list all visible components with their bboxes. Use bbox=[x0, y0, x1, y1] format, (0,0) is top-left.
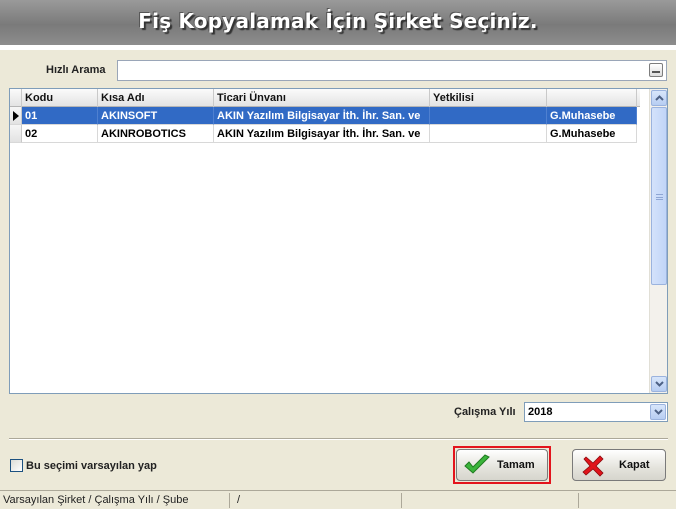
column-header-kisa-adi[interactable]: Kısa Adı bbox=[98, 89, 214, 107]
column-header-ticari-unvani[interactable]: Ticari Ünvanı bbox=[214, 89, 430, 107]
chevron-up-icon bbox=[655, 95, 664, 101]
cell-extra[interactable]: G.Muhasebe bbox=[547, 107, 637, 125]
cell-yetkilisi[interactable] bbox=[430, 125, 547, 143]
cell-kodu[interactable]: 02 bbox=[22, 125, 98, 143]
scroll-up-button[interactable] bbox=[651, 90, 667, 106]
cell-kodu[interactable]: 01 bbox=[22, 107, 98, 125]
status-bar: Varsayılan Şirket / Çalışma Yılı / Şube … bbox=[0, 490, 676, 509]
ok-button[interactable]: Tamam bbox=[456, 449, 548, 481]
row-indicator bbox=[10, 107, 22, 125]
year-value: 2018 bbox=[528, 406, 553, 418]
table-row[interactable]: 01 AKINSOFT AKIN Yazılım Bilgisayar İth.… bbox=[10, 107, 638, 125]
cell-ticari-unvani[interactable]: AKIN Yazılım Bilgisayar İth. İhr. San. v… bbox=[214, 125, 430, 143]
title-banner: Fiş Kopyalamak İçin Şirket Seçiniz. bbox=[0, 0, 676, 50]
year-dropdown-button[interactable] bbox=[650, 404, 666, 420]
cell-kisa-adi[interactable]: AKINROBOTICS bbox=[98, 125, 214, 143]
ok-button-label: Tamam bbox=[497, 459, 535, 471]
status-pane-selection: / bbox=[232, 493, 402, 508]
cell-yetkilisi[interactable] bbox=[430, 107, 547, 125]
close-button-label: Kapat bbox=[619, 459, 650, 471]
vertical-scrollbar[interactable] bbox=[649, 89, 667, 393]
chevron-down-icon bbox=[655, 381, 664, 387]
status-pane-default-company: Varsayılan Şirket / Çalışma Yılı / Şube bbox=[0, 493, 230, 508]
column-header-extra[interactable] bbox=[547, 89, 637, 107]
scroll-down-button[interactable] bbox=[651, 376, 667, 392]
scroll-thumb[interactable] bbox=[651, 107, 667, 285]
grip-icon bbox=[656, 194, 663, 200]
status-pane-4 bbox=[581, 493, 674, 508]
cell-kisa-adi[interactable]: AKINSOFT bbox=[98, 107, 214, 125]
status-pane-3 bbox=[404, 493, 579, 508]
default-selection-checkbox[interactable] bbox=[10, 459, 23, 472]
x-icon bbox=[582, 455, 604, 477]
company-grid[interactable]: Kodu Kısa Adı Ticari Ünvanı Yetkilisi 01… bbox=[9, 88, 668, 394]
search-ellipsis-button[interactable] bbox=[649, 63, 663, 77]
current-row-arrow-icon bbox=[13, 111, 19, 121]
check-icon bbox=[464, 454, 490, 474]
chevron-down-icon bbox=[654, 409, 663, 415]
cell-extra[interactable]: G.Muhasebe bbox=[547, 125, 637, 143]
table-row[interactable]: 02 AKINROBOTICS AKIN Yazılım Bilgisayar … bbox=[10, 125, 638, 143]
column-header-kodu[interactable]: Kodu bbox=[22, 89, 98, 107]
year-label: Çalışma Yılı bbox=[454, 406, 516, 418]
default-selection-label: Bu seçimi varsayılan yap bbox=[26, 460, 157, 472]
divider bbox=[9, 438, 668, 440]
grid-header: Kodu Kısa Adı Ticari Ünvanı Yetkilisi bbox=[10, 89, 640, 107]
close-button[interactable]: Kapat bbox=[572, 449, 666, 481]
cell-ticari-unvani[interactable]: AKIN Yazılım Bilgisayar İth. İhr. San. v… bbox=[214, 107, 430, 125]
year-select[interactable]: 2018 bbox=[524, 402, 668, 422]
row-indicator bbox=[10, 125, 22, 143]
dialog-title: Fiş Kopyalamak İçin Şirket Seçiniz. bbox=[138, 9, 538, 33]
row-indicator-header bbox=[10, 89, 22, 107]
column-header-yetkilisi[interactable]: Yetkilisi bbox=[430, 89, 547, 107]
search-label: Hızlı Arama bbox=[46, 64, 106, 76]
search-input[interactable] bbox=[117, 60, 667, 81]
